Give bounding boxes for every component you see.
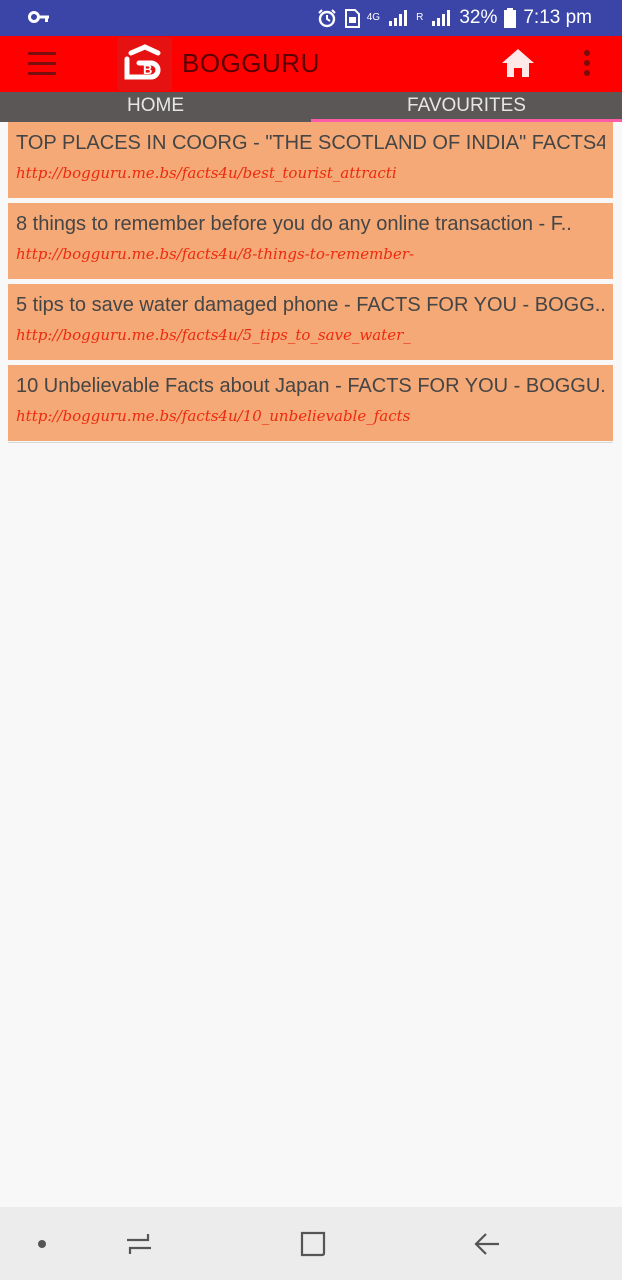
clock: 7:13 pm xyxy=(523,7,592,28)
app-logo: B xyxy=(117,37,172,91)
svg-text:B: B xyxy=(143,62,152,77)
more-vert-icon[interactable] xyxy=(584,50,592,80)
recent-apps-icon[interactable] xyxy=(124,1230,154,1258)
back-icon[interactable] xyxy=(472,1230,502,1258)
list-item[interactable]: 5 tips to save water damaged phone - FAC… xyxy=(8,284,613,360)
item-title: 8 things to remember before you do any o… xyxy=(16,213,572,235)
alarm-icon xyxy=(318,9,336,28)
item-url: http://bogguru.me.bs/facts4u/8-things-to… xyxy=(16,245,415,263)
hamburger-icon[interactable] xyxy=(28,52,56,76)
system-nav-bar xyxy=(0,1207,622,1280)
item-url: http://bogguru.me.bs/facts4u/5_tips_to_s… xyxy=(16,326,411,344)
sim-card-icon xyxy=(344,8,360,28)
favourites-list: TOP PLACES IN COORG - "THE SCOTLAND OF I… xyxy=(8,122,613,443)
item-url: http://bogguru.me.bs/facts4u/10_unbeliev… xyxy=(16,407,411,425)
app-bar: B BOGGURU xyxy=(0,36,622,92)
roaming-label: R xyxy=(416,12,424,23)
item-title: TOP PLACES IN COORG - "THE SCOTLAND OF I… xyxy=(16,132,605,154)
battery-percent: 32% xyxy=(459,7,498,28)
signal-strength-icon xyxy=(389,10,408,26)
app-title: BOGGURU xyxy=(182,48,320,78)
status-bar: 4G R 32% 7:13 pm xyxy=(0,0,622,36)
tab-favourites[interactable]: FAVOURITES xyxy=(311,92,622,122)
tab-bar: HOME FAVOURITES xyxy=(0,92,622,122)
vpn-key-icon xyxy=(28,11,49,23)
nav-dot-icon[interactable] xyxy=(38,1240,46,1248)
battery-icon xyxy=(504,8,517,28)
home-button-icon[interactable] xyxy=(299,1230,327,1258)
network-type-label: 4G xyxy=(366,12,381,23)
home-icon[interactable] xyxy=(500,47,536,79)
item-title: 10 Unbelievable Facts about Japan - FACT… xyxy=(16,375,605,397)
logo-mark-icon: B xyxy=(124,44,161,80)
list-item[interactable]: 10 Unbelievable Facts about Japan - FACT… xyxy=(8,365,613,441)
status-icons: 4G R 32% 7:13 pm xyxy=(317,0,592,36)
item-url: http://bogguru.me.bs/facts4u/best_touris… xyxy=(16,164,397,182)
item-title: 5 tips to save water damaged phone - FAC… xyxy=(16,294,605,316)
tab-home[interactable]: HOME xyxy=(0,92,311,122)
list-divider xyxy=(8,442,613,443)
signal-strength-icon-2 xyxy=(432,10,451,26)
list-item[interactable]: TOP PLACES IN COORG - "THE SCOTLAND OF I… xyxy=(8,122,613,198)
list-item[interactable]: 8 things to remember before you do any o… xyxy=(8,203,613,279)
